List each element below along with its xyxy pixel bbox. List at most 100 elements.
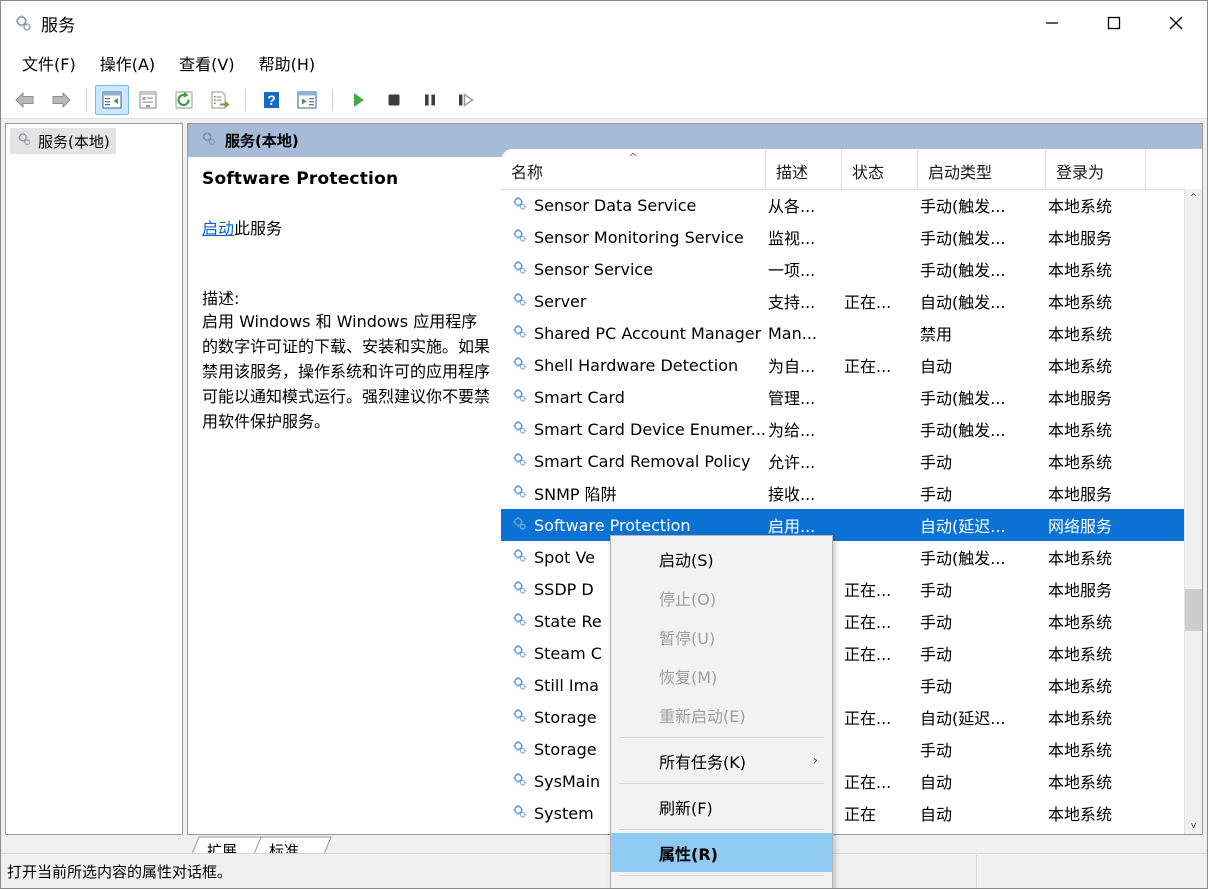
table-row[interactable]: Software Protection 启用... 自动(延迟... 网络服务 <box>501 509 1185 541</box>
maximize-button[interactable] <box>1083 1 1145 45</box>
table-row[interactable]: Smart Card Device Enumer... 为给... 手动(触发...… <box>501 413 1185 445</box>
menu-action[interactable]: 操作(A) <box>91 48 164 78</box>
cell-name: SNMP 陷阱 <box>501 481 766 505</box>
context-menu-separator <box>619 875 824 876</box>
cell-name: Software Protection <box>501 515 766 536</box>
table-row[interactable]: SSDP D 正在... 手动 本地服务 <box>501 573 1185 605</box>
service-gear-icon <box>511 675 534 696</box>
service-context-menu[interactable]: 启动(S) 停止(O) 暂停(U) 恢复(M) 重新启动(E) 所有任务(K) › 刷新(F)… <box>610 535 833 888</box>
toolbar: ? <box>1 81 1207 119</box>
scroll-up-arrow-icon[interactable]: ^ <box>1185 189 1202 206</box>
table-row[interactable]: Sensor Data Service 从各... 手动(触发... 本地系统 <box>501 189 1185 221</box>
scrollbar-thumb[interactable] <box>1185 589 1202 631</box>
service-gear-icon <box>511 771 534 792</box>
cell-status: 正在... <box>844 709 892 728</box>
cell-logon-as: 本地系统 <box>1048 197 1113 216</box>
cell-description: 允许... <box>768 453 816 472</box>
table-row[interactable]: Smart Card Removal Policy 允许... 手动 本地系统 <box>501 445 1185 477</box>
refresh-icon[interactable] <box>167 85 201 115</box>
context-menu-item[interactable]: 帮助(H) <box>611 879 832 888</box>
cell-startup-type: 手动 <box>920 677 953 696</box>
column-header-description[interactable]: 描述 <box>766 149 842 189</box>
service-name-label: SysMain <box>534 771 601 791</box>
context-menu-item[interactable]: 启动(S) <box>611 539 832 578</box>
cell-logon-as: 本地系统 <box>1048 677 1113 696</box>
cell-logon-as: 本地系统 <box>1048 709 1113 728</box>
toolbar-separator <box>86 88 87 111</box>
table-row[interactable]: Storage 手动 本地系统 <box>501 733 1185 765</box>
column-header-status[interactable]: 状态 <box>842 149 918 189</box>
start-service-play-icon[interactable] <box>341 85 375 115</box>
cell-status: 正在... <box>844 293 892 312</box>
cell-logon-as: 网络服务 <box>1048 517 1113 536</box>
service-name-label: Still Ima <box>534 675 599 695</box>
context-menu-separator <box>619 829 824 830</box>
table-row[interactable]: Sensor Monitoring Service 监视... 手动(触发... 本地… <box>501 221 1185 253</box>
context-menu-separator <box>619 783 824 784</box>
table-row[interactable]: SysMain 正在... 自动 本地系统 <box>501 765 1185 797</box>
cell-startup-type: 手动 <box>920 741 953 760</box>
list-vertical-scrollbar[interactable]: ^ v <box>1184 189 1202 834</box>
show-action-pane-icon[interactable] <box>290 85 324 115</box>
cell-description: 为给... <box>768 421 816 440</box>
list-column-headers: ^ 名称 描述 状态 启动类型 登录为 <box>501 149 1202 190</box>
table-row[interactable]: Server 支持... 正在... 自动(触发... 本地系统 <box>501 285 1185 317</box>
table-row[interactable]: State Re 正在... 手动 本地系统 <box>501 605 1185 637</box>
menu-help[interactable]: 帮助(H) <box>250 48 325 78</box>
pause-service-icon[interactable] <box>413 85 447 115</box>
context-menu-item-label: 停止(O) <box>659 589 717 609</box>
status-bar: 打开当前所选内容的属性对话框。 <box>1 853 1207 888</box>
cell-logon-as: 本地系统 <box>1048 741 1113 760</box>
cell-status: 正在... <box>844 645 892 664</box>
column-header-logon-as[interactable]: 登录为 <box>1046 149 1146 189</box>
table-row[interactable]: Spot Ve 手动(触发... 本地系统 <box>501 541 1185 573</box>
cell-startup-type: 自动 <box>920 805 953 824</box>
cell-description: 管理... <box>768 389 816 408</box>
table-row[interactable]: Steam C 正在... 手动 本地系统 <box>501 637 1185 669</box>
help-question-icon[interactable]: ? <box>254 85 288 115</box>
context-menu-item[interactable]: 刷新(F) <box>611 787 832 826</box>
table-row[interactable]: Still Ima 手动 本地系统 <box>501 669 1185 701</box>
table-row[interactable]: Storage 正在... 自动(延迟... 本地系统 <box>501 701 1185 733</box>
table-row[interactable]: Shell Hardware Detection 为自... 正在... 自动 本地系统 <box>501 349 1185 381</box>
forward-arrow-icon[interactable] <box>44 85 78 115</box>
service-gear-icon <box>511 323 534 344</box>
table-row[interactable]: Sensor Service 一项... 手动(触发... 本地系统 <box>501 253 1185 285</box>
service-gear-icon <box>511 195 534 216</box>
properties-window-icon[interactable] <box>131 85 165 115</box>
back-arrow-icon[interactable] <box>8 85 42 115</box>
context-menu-item[interactable]: 所有任务(K) › <box>611 741 832 780</box>
cell-startup-type: 自动(触发... <box>920 293 1006 312</box>
show-hide-console-tree-icon[interactable] <box>95 84 129 115</box>
cell-logon-as: 本地系统 <box>1048 613 1113 632</box>
scroll-down-arrow-icon[interactable]: v <box>1185 817 1202 834</box>
column-header-startup-type[interactable]: 启动类型 <box>918 149 1046 189</box>
cell-name: Smart Card Removal Policy <box>501 451 766 472</box>
start-service-link[interactable]: 启动 <box>202 219 234 238</box>
minimize-button[interactable] <box>1021 1 1083 45</box>
close-button[interactable] <box>1145 1 1207 45</box>
console-tree-pane: 服务(本地) <box>5 123 183 835</box>
table-row[interactable]: SNMP 陷阱 接收... 手动 本地服务 <box>501 477 1185 509</box>
cell-startup-type: 手动 <box>920 645 953 664</box>
cell-startup-type: 自动 <box>920 773 953 792</box>
context-menu-item[interactable]: 属性(R) <box>611 833 832 872</box>
table-row[interactable]: Smart Card 管理... 手动(触发... 本地服务 <box>501 381 1185 413</box>
stop-service-square-icon[interactable] <box>377 85 411 115</box>
cell-name: Server <box>501 291 766 312</box>
service-name-label: Sensor Data Service <box>534 195 697 215</box>
column-header-description-label: 描述 <box>776 163 809 182</box>
restart-service-icon[interactable] <box>449 85 483 115</box>
service-gear-icon <box>511 547 534 568</box>
pane-header-label: 服务(本地) <box>225 132 299 150</box>
export-list-icon[interactable] <box>203 85 237 115</box>
menu-view[interactable]: 查看(V) <box>170 48 243 78</box>
service-gear-icon <box>511 579 534 600</box>
menu-file[interactable]: 文件(F) <box>13 48 85 78</box>
service-gear-icon <box>511 419 534 440</box>
column-header-name[interactable]: ^ 名称 <box>501 149 766 189</box>
services-list[interactable]: Sensor Data Service 从各... 手动(触发... 本地系统 Sen… <box>501 189 1185 834</box>
table-row[interactable]: System 正在 自动 本地系统 <box>501 797 1185 829</box>
table-row[interactable]: Shared PC Account Manager Man... 禁用 本地系统 <box>501 317 1185 349</box>
tree-item-services-local[interactable]: 服务(本地) <box>10 128 116 154</box>
